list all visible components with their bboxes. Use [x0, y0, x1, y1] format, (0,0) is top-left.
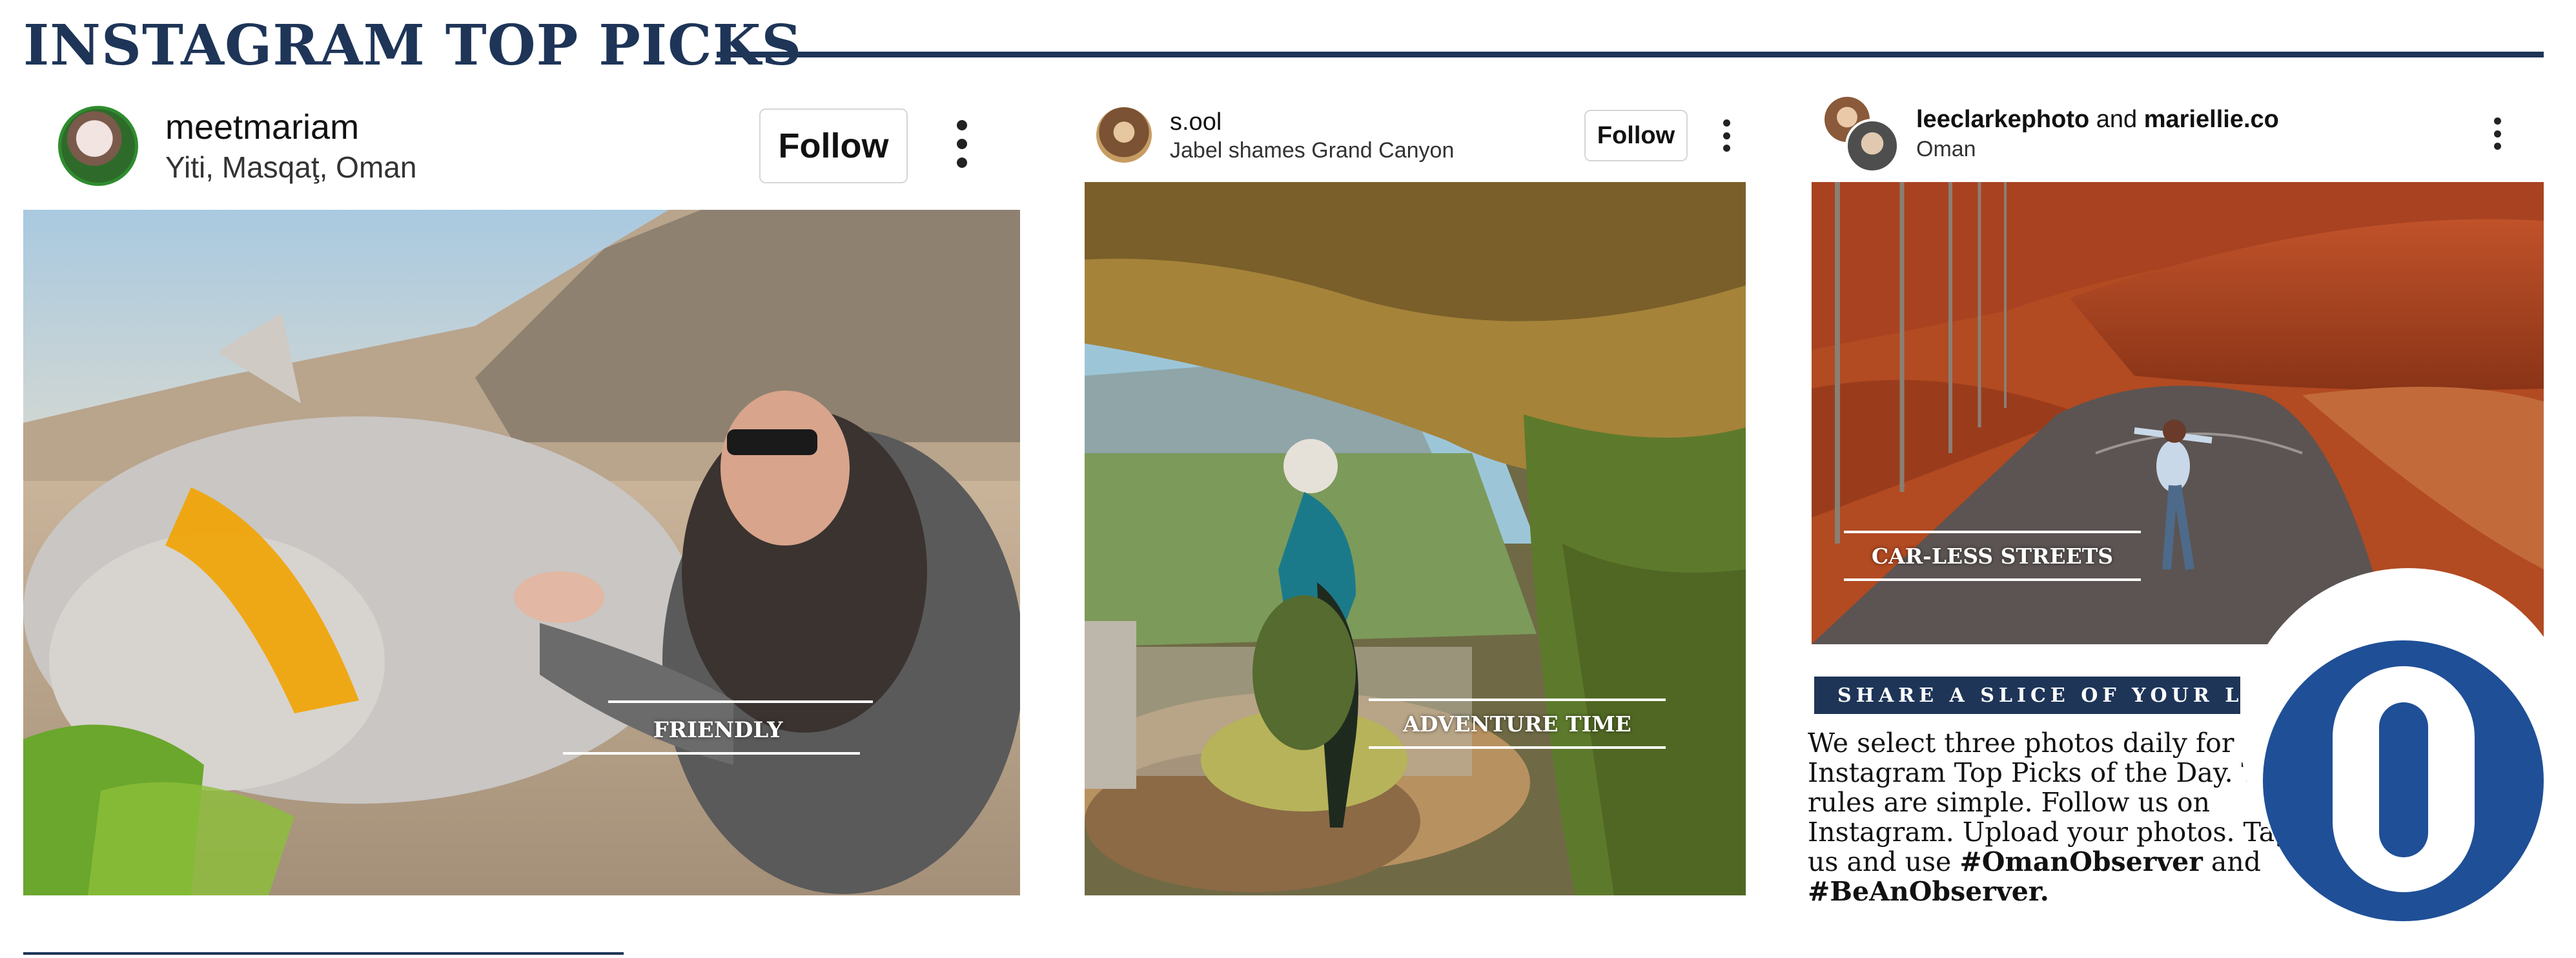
share-instructions: We select three photos daily for our Ins… [1808, 728, 2311, 906]
post-location[interactable]: Jabel shames Grand Canyon [1170, 139, 1454, 161]
more-vertical-icon[interactable] [1721, 119, 1732, 152]
caption-rule-top [1369, 698, 1666, 701]
footer-rule [23, 952, 624, 955]
observer-logo-icon [2333, 666, 2475, 892]
caption-text: FRIENDLY [653, 717, 783, 743]
hashtag-be-an-observer: #BeAnObserver. [1808, 876, 2049, 907]
photo-caption: CAR-LESS STREETS [1844, 531, 2141, 582]
hashtag-oman-observer: #OmanObserver [1959, 846, 2203, 877]
title-rule [717, 52, 2544, 57]
share-banner: SHARE A SLICE OF YOUR LIFE [1814, 677, 2289, 714]
hashtag-joiner: and [2211, 846, 2262, 877]
username-secondary[interactable]: mariellie.co [2144, 106, 2279, 133]
username-joiner: and [2096, 106, 2138, 133]
post-location[interactable]: Oman [1916, 138, 1976, 160]
caption-rule-top [608, 700, 873, 703]
post-photo: FRIENDLY [23, 210, 1020, 895]
follow-button[interactable]: Follow [1584, 110, 1688, 161]
page-title: INSTAGRAM TOP PICKS [23, 13, 802, 78]
caption-rule-bottom [1369, 746, 1666, 749]
photo-caption: FRIENDLY [563, 700, 873, 759]
observer-logo [2263, 640, 2544, 921]
caption-rule-top [1844, 531, 2141, 533]
avatar[interactable] [1845, 119, 1899, 173]
caption-text: CAR-LESS STREETS [1871, 544, 2114, 569]
more-vertical-icon[interactable] [2492, 117, 2502, 150]
post-username[interactable]: s.ool [1170, 110, 1222, 134]
post-location[interactable]: Yiti, Masqaţ, Oman [165, 152, 416, 182]
caption-text: ADVENTURE TIME [1403, 711, 1631, 737]
avatar[interactable] [1096, 107, 1152, 163]
photo-illustration [1085, 182, 1746, 895]
caption-rule-bottom [563, 752, 860, 755]
post-username[interactable]: meetmariam [165, 110, 359, 145]
avatar[interactable] [58, 106, 138, 186]
username-primary[interactable]: leeclarkephoto [1916, 106, 2089, 133]
follow-button[interactable]: Follow [759, 108, 908, 183]
photo-illustration [23, 210, 1020, 895]
post-username[interactable]: leeclarkephoto and mariellie.co [1916, 107, 2279, 132]
photo-caption: ADVENTURE TIME [1369, 698, 1666, 750]
post-photo: ADVENTURE TIME [1085, 182, 1746, 895]
caption-rule-bottom [1844, 578, 2141, 581]
more-vertical-icon[interactable] [954, 120, 970, 168]
